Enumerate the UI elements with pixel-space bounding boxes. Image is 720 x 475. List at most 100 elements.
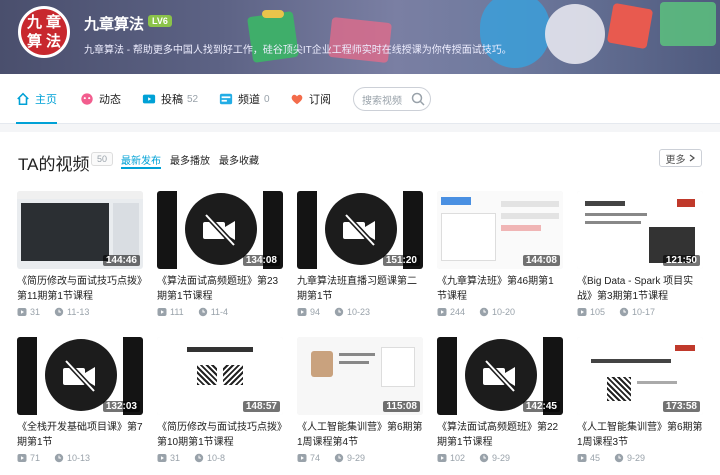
video-thumbnail[interactable]: 144:46 [17,191,143,269]
upload-date: 10-17 [632,307,656,317]
avatar-char: 法 [45,32,61,50]
more-button[interactable]: 更多 [659,149,702,167]
video-card[interactable]: 173:58 《人工智能集训营》第6期第1周课程3节 45 9-29 [577,337,703,463]
play-count: 45 [590,453,601,463]
video-meta: 74 9-29 [297,453,423,463]
video-upload-icon [142,94,156,104]
video-meta: 111 11-4 [157,307,283,317]
upload-date: 9-29 [627,453,646,463]
sort-most-played[interactable]: 最多播放 [170,152,210,167]
upload-date: 11-13 [67,307,90,317]
clock-icon [334,307,344,317]
play-count-icon [297,454,307,462]
video-card[interactable]: 142:45 《算法面试高频题班》第22期第1节课程 102 9-29 [437,337,563,463]
upload-date: 10-13 [67,453,91,463]
video-title[interactable]: 《算法面试高频题班》第23期第1节课程 [157,274,283,304]
video-card[interactable]: 134:08 《算法面试高频题班》第23期第1节课程 111 11-4 [157,191,283,317]
tab-channels[interactable]: 频道 0 [219,74,270,124]
video-meta: 105 10-17 [577,307,703,317]
video-title[interactable]: 九章算法班直播习题课第二期第1节 [297,274,423,304]
play-count: 244 [450,307,466,317]
search-icon[interactable] [410,91,426,107]
video-title[interactable]: 《算法面试高频题班》第22期第1节课程 [437,420,563,450]
play-count-icon [157,454,167,462]
avatar-char: 章 [45,13,61,31]
video-thumbnail[interactable]: 121:50 [577,191,703,269]
clock-icon [194,453,204,463]
avatar[interactable]: 九 章 算 法 [18,6,70,58]
tab-label: 主页 [35,94,57,106]
video-thumbnail[interactable]: 115:08 [297,337,423,415]
tab-uploads[interactable]: 投稿 52 [142,74,198,124]
video-title[interactable]: 《简历修改与面试技巧点拨》第11期第1节课程 [17,274,143,304]
tab-count: 52 [187,93,199,105]
video-title[interactable]: 《九章算法班》第46期第1节课程 [437,274,563,304]
video-thumbnail[interactable]: 142:45 [437,337,563,415]
video-title[interactable]: 《Big Data - Spark 项目实战》第3期第1节课程 [577,274,703,304]
play-count: 94 [310,307,321,317]
avatar-char: 算 [26,32,42,50]
character-decoration [480,0,550,68]
video-duration: 142:45 [522,401,560,412]
video-duration: 115:08 [383,401,420,412]
video-title[interactable]: 《人工智能集训营》第6期第1周课程第4节 [297,420,423,450]
play-count: 111 [170,307,184,317]
video-duration: 144:08 [522,255,560,266]
upload-date: 10-8 [207,453,226,463]
video-card[interactable]: 148:57 《简历修改与面试技巧点拨》第10期第1节课程 31 10-8 [157,337,283,463]
video-thumbnail[interactable]: 132:03 [17,337,143,415]
section-title: TA的视频 [18,155,90,174]
video-duration: 151:20 [382,255,420,266]
video-meta: 31 10-8 [157,453,283,463]
clock-icon [334,453,344,463]
tab-label: 频道 [238,94,260,106]
video-title[interactable]: 《简历修改与面试技巧点拨》第10期第1节课程 [157,420,283,450]
tab-subscriptions[interactable]: 订阅 [290,74,331,124]
clock-icon [198,307,207,317]
video-card[interactable]: 115:08 《人工智能集训营》第6期第1周课程第4节 74 9-29 [297,337,423,463]
video-card[interactable]: 144:08 《九章算法班》第46期第1节课程 244 10-20 [437,191,563,317]
video-card[interactable]: 132:03 《全栈开发基础项目课》第7期第1节 71 10-13 [17,337,143,463]
video-thumbnail[interactable]: 134:08 [157,191,283,269]
profile-banner: 九 章 算 法 九章算法 LV6 九章算法 - 帮助更多中国人找到好工作，硅谷顶… [0,0,720,74]
video-duration: 144:46 [102,255,140,266]
more-label: 更多 [665,154,686,166]
video-title[interactable]: 《人工智能集训营》第6期第1周课程3节 [577,420,703,450]
sort-latest[interactable]: 最新发布 [121,152,161,169]
play-count-icon [297,308,307,316]
video-duration: 134:08 [242,255,280,266]
gift-box-decoration [660,2,716,46]
play-count-icon [157,308,167,316]
video-count-badge: 50 [91,152,114,166]
play-count: 74 [310,453,321,463]
play-count: 102 [450,453,466,463]
clock-icon [479,307,489,317]
video-thumbnail[interactable]: 151:20 [297,191,423,269]
video-meta: 94 10-23 [297,307,423,317]
tab-home[interactable]: 主页 [16,74,57,124]
level-badge: LV6 [148,15,172,27]
clock-icon [54,307,64,317]
video-card[interactable]: 121:50 《Big Data - Spark 项目实战》第3期第1节课程 105… [577,191,703,317]
username[interactable]: 九章算法 [84,13,144,34]
play-count: 31 [170,453,181,463]
video-card[interactable]: 151:20 九章算法班直播习题课第二期第1节 94 10-23 [297,191,423,317]
heart-icon [291,94,303,105]
video-thumbnail[interactable]: 148:57 [157,337,283,415]
video-title[interactable]: 《全栈开发基础项目课》第7期第1节 [17,420,143,450]
video-duration: 121:50 [662,255,700,266]
video-search-input[interactable]: 搜索视频 [353,87,431,111]
video-card[interactable]: 144:46 《简历修改与面试技巧点拨》第11期第1节课程 31 11-13 [17,191,143,317]
bunny-decoration [545,4,605,64]
video-thumbnail[interactable]: 173:58 [577,337,703,415]
clock-icon [54,453,64,463]
upload-date: 9-29 [492,453,511,463]
sort-most-favorited[interactable]: 最多收藏 [219,152,259,167]
video-thumbnail[interactable]: 144:08 [437,191,563,269]
video-meta: 31 11-13 [17,307,143,317]
tab-label: 动态 [99,94,121,106]
video-off-icon [203,213,236,247]
tab-dynamic[interactable]: 动态 [80,74,121,124]
video-off-icon [63,359,96,393]
play-count-icon [17,454,27,462]
